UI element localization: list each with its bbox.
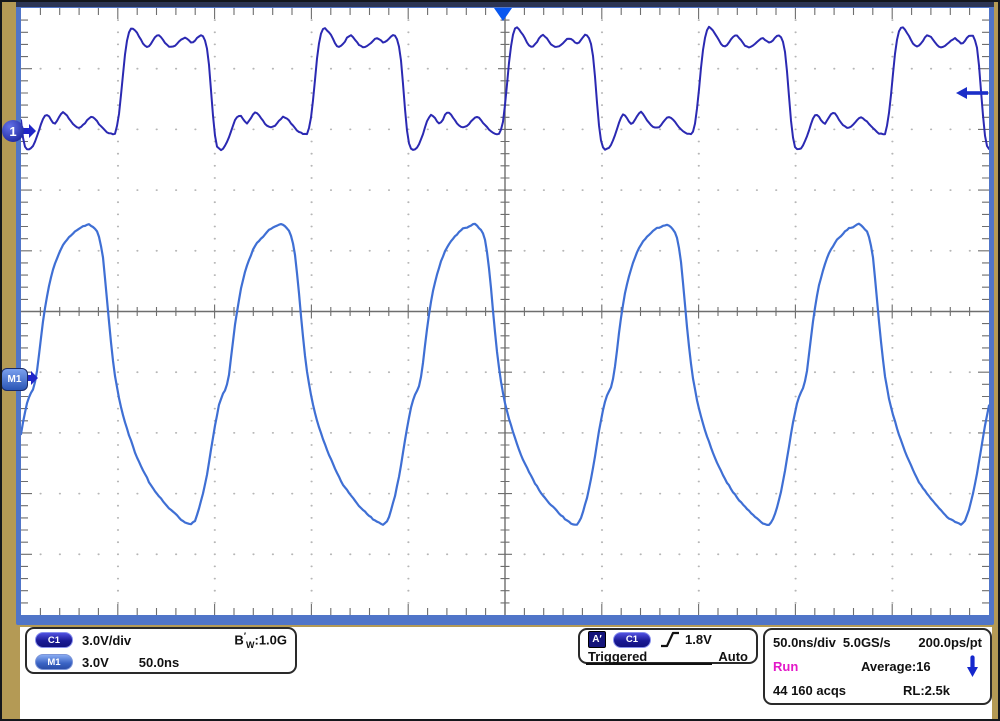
timebase-value: 50.0ns/div	[773, 635, 836, 650]
trigger-a-badge-label: A′	[592, 634, 602, 645]
trigger-source-label: C1	[626, 634, 638, 645]
screen-frame-top-bar	[16, 2, 994, 7]
trigger-readout-box[interactable]: A′ C1 1.8V Triggered Auto	[578, 628, 758, 664]
graticule-display	[21, 8, 989, 615]
trigger-level: 1.8V	[685, 632, 712, 647]
sample-rate: 5.0GS/s	[843, 635, 891, 650]
channel1-badge-label: C1	[48, 635, 60, 646]
channel1-scale: 3.0V/div	[82, 633, 131, 648]
arrow-down-icon[interactable]	[966, 655, 979, 678]
channel1-marker-label: 1	[9, 124, 16, 139]
acquisition-state: Run	[773, 659, 835, 674]
math1-readout-row: M1 3.0V 50.0ns	[27, 651, 295, 673]
record-row: 44 160 acqs RL:2.5k	[765, 678, 990, 702]
math1-badge[interactable]: M1	[35, 654, 73, 670]
bandwidth-readout: B′W:1.0G	[234, 631, 287, 650]
waveform-plot	[21, 8, 989, 615]
channel1-marker-arrow-icon	[23, 124, 37, 138]
vertical-readout-box[interactable]: C1 3.0V/div B′W:1.0G M1 3.0V 50.0ns	[25, 627, 297, 674]
math1-timebase: 50.0ns	[139, 655, 179, 670]
channel1-readout-row: C1 3.0V/div B′W:1.0G	[27, 629, 295, 651]
channel1-position-marker[interactable]: 1	[2, 120, 24, 142]
acquisition-row: Run Average:16	[765, 654, 990, 678]
resolution: 200.0ps/pt	[918, 635, 982, 650]
oscilloscope-screen: 1 M1 C1 3.0V/div B′W:1.0G M1 3.0V 50.0	[0, 0, 1000, 721]
record-length: RL:2.5k	[903, 683, 950, 698]
acquisition-count: 44 160 acqs	[773, 683, 903, 698]
timebase-row: 50.0ns/div 5.0GS/s 200.0ps/pt	[765, 630, 990, 654]
trigger-level-marker-icon[interactable]	[956, 85, 990, 101]
channel1-badge[interactable]: C1	[35, 632, 73, 648]
bandwidth-value: :1.0G	[254, 632, 287, 647]
math1-scale: 3.0V	[82, 655, 109, 670]
trigger-position-marker-icon[interactable]	[493, 8, 513, 22]
triggered-underline	[586, 663, 712, 665]
trigger-source-badge[interactable]: C1	[613, 632, 651, 648]
readout-panel: C1 3.0V/div B′W:1.0G M1 3.0V 50.0ns A′ C…	[20, 627, 992, 719]
trigger-status-row: Triggered Auto	[580, 649, 756, 664]
trigger-mode: Auto	[718, 649, 748, 664]
math1-badge-label: M1	[47, 657, 60, 668]
rising-edge-slope-icon	[660, 631, 680, 648]
bandwidth-b: B	[234, 632, 243, 647]
math1-position-marker[interactable]: M1	[1, 368, 28, 391]
average-count: Average:16	[861, 659, 931, 674]
trigger-source-row: A′ C1 1.8V	[580, 630, 756, 649]
math1-marker-label: M1	[8, 374, 22, 385]
trigger-status: Triggered	[588, 649, 647, 664]
horizontal-readout-box[interactable]: 50.0ns/div 5.0GS/s 200.0ps/pt Run Averag…	[763, 628, 992, 705]
trigger-a-badge: A′	[588, 631, 606, 648]
